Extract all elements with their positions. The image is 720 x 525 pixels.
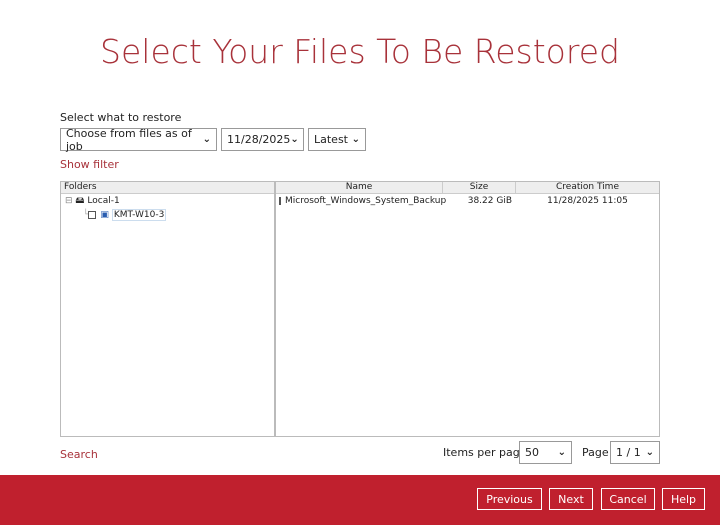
date-select[interactable]: 11/28/2025 ⌄	[221, 128, 304, 151]
child-label: KMT-W10-3	[111, 209, 167, 221]
restore-mode-value: Choose from files as of job	[66, 126, 192, 153]
show-filter-link[interactable]: Show filter	[60, 158, 119, 171]
items-per-page-select[interactable]: 50 ⌄	[519, 441, 572, 464]
root-label: Local-1	[87, 196, 120, 206]
file-name: Microsoft_Windows_System_Backup	[285, 196, 447, 206]
next-button[interactable]: Next	[549, 488, 593, 510]
help-button[interactable]: Help	[662, 488, 705, 510]
items-per-page-value: 50	[525, 446, 539, 459]
file-size: 38.22 GiB	[467, 196, 512, 206]
page-select[interactable]: 1 / 1 ⌄	[610, 441, 660, 464]
col-time[interactable]: Creation Time	[516, 182, 659, 193]
checkbox[interactable]	[279, 197, 281, 205]
tree-node-child[interactable]: └ ▣ KMT-W10-3	[61, 208, 274, 222]
page-value: 1 / 1	[616, 446, 641, 459]
col-name[interactable]: Name	[276, 182, 443, 193]
checkbox[interactable]	[88, 211, 97, 219]
chevron-down-icon: ⌄	[290, 134, 299, 145]
chevron-down-icon: ⌄	[645, 447, 654, 458]
restore-mode-select[interactable]: Choose from files as of job ⌄	[60, 126, 217, 153]
chevron-down-icon: ⌄	[557, 447, 566, 458]
date-value: 11/28/2025	[227, 133, 291, 146]
file-list: Name Size Creation Time Microsoft_Windows_…	[275, 181, 660, 437]
version-value: Latest	[314, 133, 348, 146]
restore-label: Select what to restore	[60, 111, 182, 124]
tree-node-root[interactable]: ⊟ 🖴 Local-1	[61, 194, 274, 208]
cancel-button[interactable]: Cancel	[601, 488, 655, 510]
chevron-down-icon: ⌄	[202, 134, 211, 145]
collapse-icon[interactable]: ⊟	[65, 196, 73, 206]
folder-tree: Folders ⊟ 🖴 Local-1 └ ▣ KMT-W10-3	[60, 181, 275, 437]
drive-icon: 🖴	[75, 196, 85, 206]
previous-button[interactable]: Previous	[477, 488, 542, 510]
table-row[interactable]: Microsoft_Windows_System_Backup 38.22 GiB…	[276, 194, 659, 208]
version-select[interactable]: Latest ⌄	[308, 128, 366, 151]
items-per-page-label: Items per page	[443, 446, 527, 459]
computer-icon: ▣	[100, 210, 109, 220]
col-size[interactable]: Size	[443, 182, 516, 193]
page-label: Page	[582, 446, 609, 459]
file-time: 11/28/2025 11:05	[547, 196, 628, 206]
folders-header: Folders	[64, 182, 97, 192]
search-link[interactable]: Search	[60, 448, 98, 461]
chevron-down-icon: ⌄	[351, 134, 360, 145]
page-title: Select Your Files To Be Restored	[100, 32, 620, 71]
